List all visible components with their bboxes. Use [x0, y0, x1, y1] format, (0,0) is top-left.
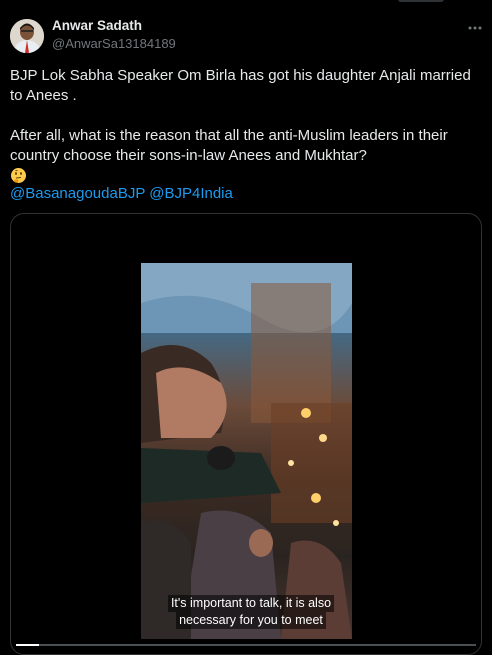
avatar[interactable] [10, 19, 44, 53]
top-scroll-indicator [398, 0, 444, 2]
video-player[interactable]: It's important to talk, it is also neces… [10, 213, 482, 655]
thinking-face-emoji [10, 167, 27, 184]
author-name[interactable]: Anwar Sadath [52, 18, 142, 33]
caption-line-2: necessary for you to meet [176, 612, 326, 629]
caption-line-1: It's important to talk, it is also [167, 595, 335, 612]
more-horizontal-icon[interactable] [466, 19, 484, 37]
video-scene-image [141, 263, 352, 639]
video-caption: It's important to talk, it is also neces… [151, 595, 351, 629]
author-handle[interactable]: @AnwarSa13184189 [52, 36, 176, 51]
avatar-image [10, 19, 44, 53]
mention-link[interactable]: @BJP4India [149, 185, 233, 202]
tweet-text: BJP Lok Sabha Speaker Om Birla has got h… [10, 66, 480, 190]
mentions: @BasanagoudaBJP @BJP4India [10, 185, 233, 202]
tweet-paragraph-1: BJP Lok Sabha Speaker Om Birla has got h… [10, 67, 471, 104]
tweet-paragraph-2: After all, what is the reason that all t… [10, 127, 448, 164]
mention-link[interactable]: @BasanagoudaBJP [10, 185, 145, 202]
video-frame[interactable] [141, 263, 352, 639]
